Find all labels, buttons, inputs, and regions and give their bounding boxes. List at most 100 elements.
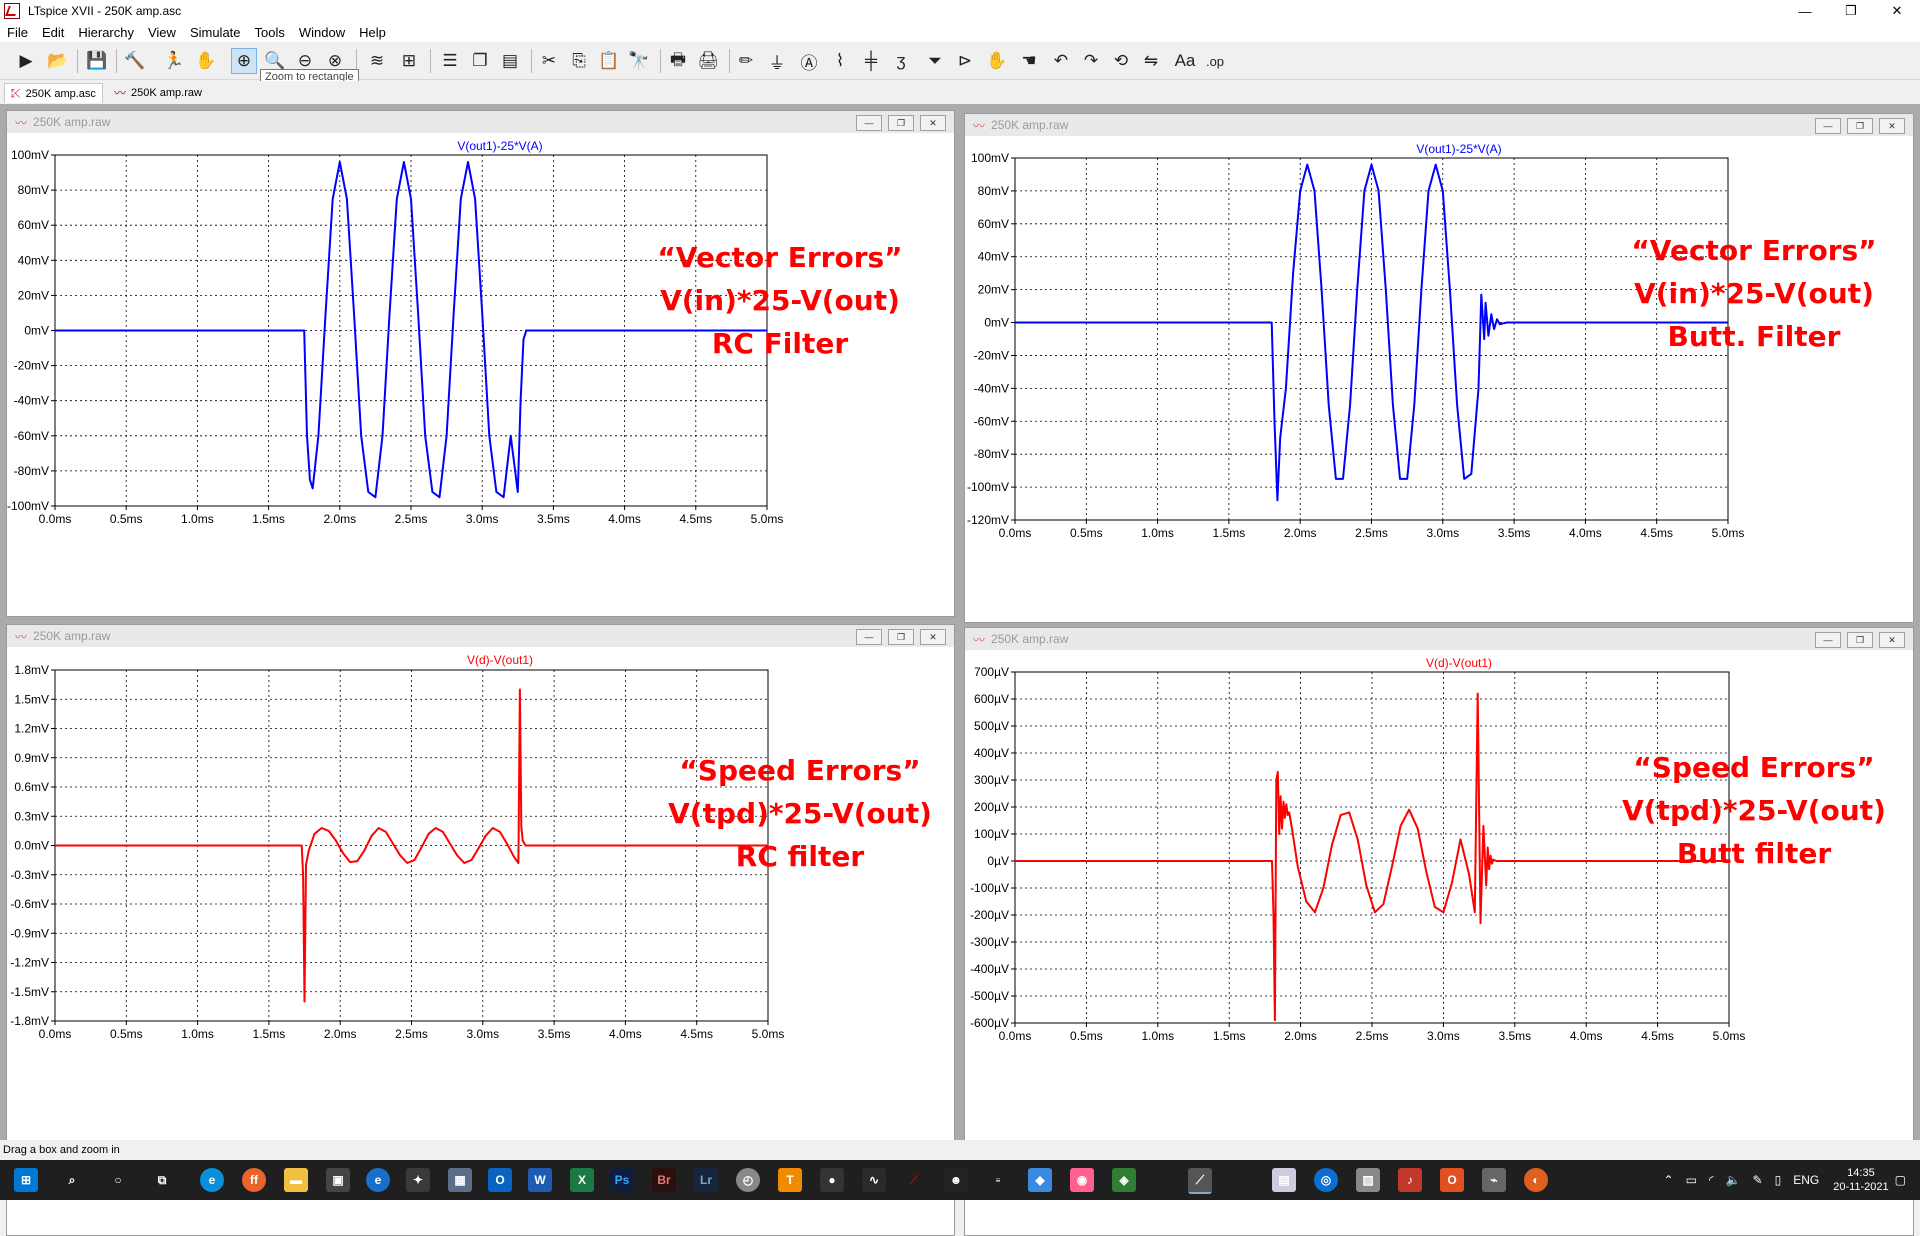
pane-minimize-button[interactable]: — xyxy=(856,629,882,645)
label-net-icon[interactable]: Ⓐ xyxy=(796,48,822,74)
pane-restore-button[interactable]: ❐ xyxy=(1847,118,1873,134)
zoom-in-icon[interactable]: ⊕ xyxy=(231,48,257,74)
open-folder-icon[interactable]: 📂 xyxy=(45,48,71,74)
pane-minimize-button[interactable]: — xyxy=(856,115,882,131)
clock[interactable]: 14:35 20-11-2021 xyxy=(1833,1166,1888,1194)
save-icon[interactable]: 💾 xyxy=(84,48,110,74)
photoshop-icon[interactable]: Ps xyxy=(610,1168,634,1192)
language-indicator[interactable]: ENG xyxy=(1793,1173,1819,1187)
run-sim-icon[interactable]: 🏃 xyxy=(161,48,187,74)
spice-directive-icon[interactable]: .op xyxy=(1202,48,1228,74)
app-icon[interactable]: ◆ xyxy=(1028,1168,1052,1192)
app-icon[interactable]: ◉ xyxy=(1070,1168,1094,1192)
file-explorer-icon[interactable]: ▬ xyxy=(284,1168,308,1192)
menu-help[interactable]: Help xyxy=(352,25,393,40)
start-button-icon[interactable]: ⊞ xyxy=(14,1168,38,1192)
task-view-icon[interactable]: ⧉ xyxy=(150,1168,174,1192)
cortana-icon[interactable]: ○ xyxy=(106,1168,130,1192)
app-icon[interactable]: ✦ xyxy=(406,1168,430,1192)
pane-minimize-button[interactable]: — xyxy=(1815,632,1841,648)
volume-icon[interactable]: 🔈 xyxy=(1726,1173,1741,1187)
pane-restore-button[interactable]: ❐ xyxy=(888,629,914,645)
chevron-up-icon[interactable]: ⌃ xyxy=(1664,1173,1674,1187)
pane-close-button[interactable]: ✕ xyxy=(1879,632,1905,648)
tile-vertical-icon[interactable]: ▤ xyxy=(497,48,523,74)
run-icon[interactable]: ▶ xyxy=(13,48,39,74)
internet-explorer-icon[interactable]: e xyxy=(366,1168,390,1192)
close-button[interactable]: ✕ xyxy=(1874,0,1920,22)
menu-simulate[interactable]: Simulate xyxy=(183,25,248,40)
menu-tools[interactable]: Tools xyxy=(248,25,292,40)
control-panel-icon[interactable]: 🔨 xyxy=(122,48,148,74)
find-icon[interactable]: 🔭 xyxy=(626,48,652,74)
grid-icon[interactable]: ⊞ xyxy=(396,48,422,74)
menu-hierarchy[interactable]: Hierarchy xyxy=(71,25,141,40)
app-icon[interactable]: ♪ xyxy=(1398,1168,1422,1192)
pane-close-button[interactable]: ✕ xyxy=(920,629,946,645)
app-icon[interactable]: ⌁ xyxy=(1482,1168,1506,1192)
menu-edit[interactable]: Edit xyxy=(35,25,71,40)
excel-icon[interactable]: X xyxy=(570,1168,594,1192)
app-icon[interactable]: ◐ xyxy=(1524,1168,1548,1192)
battery-icon[interactable]: ▯ xyxy=(1775,1173,1782,1187)
app-icon[interactable]: ▨ xyxy=(1356,1168,1380,1192)
app-icon[interactable]: ≡ xyxy=(986,1168,1010,1192)
app-icon[interactable]: ◎ xyxy=(1314,1168,1338,1192)
app-icon[interactable]: ∿ xyxy=(862,1168,886,1192)
waveform-pane-top-right[interactable]: 〰 250K amp.raw — ❐ ✕ V(out1)-25*V(A) 0.0… xyxy=(964,113,1914,623)
maximize-button[interactable]: ❐ xyxy=(1828,0,1874,22)
pane-minimize-button[interactable]: — xyxy=(1815,118,1841,134)
waveform-plot[interactable]: V(out1)-25*V(A) 0.0ms 0.5ms 1.0ms 1.5ms 2.0m… xyxy=(965,136,1913,622)
diode-icon[interactable]: ⏷ xyxy=(922,48,948,74)
firefox-icon[interactable]: ff xyxy=(242,1168,266,1192)
tile-horizontal-icon[interactable]: ☰ xyxy=(437,48,463,74)
store-icon[interactable]: ▣ xyxy=(326,1168,350,1192)
capacitor-icon[interactable]: ╪ xyxy=(858,48,884,74)
component-icon[interactable]: ⊳ xyxy=(952,48,978,74)
menu-window[interactable]: Window xyxy=(292,25,352,40)
app-icon[interactable]: ◈ xyxy=(1112,1168,1136,1192)
cascade-icon[interactable]: ❐ xyxy=(467,48,493,74)
waveform-plot[interactable]: V(out1)-25*V(A) 0.0ms 0.5ms 1.0ms 1.5ms 2.0m… xyxy=(7,133,954,616)
tab-schematic[interactable]: ⤪ 250K amp.asc xyxy=(4,83,103,103)
paste-icon[interactable]: 📋 xyxy=(596,48,622,74)
redo-icon[interactable]: ↷ xyxy=(1078,48,1104,74)
print-setup-icon[interactable]: 🖨 xyxy=(695,48,721,74)
lightroom-icon[interactable]: Lr xyxy=(694,1168,718,1192)
menu-view[interactable]: View xyxy=(141,25,183,40)
menu-file[interactable]: File xyxy=(0,25,35,40)
ltspice-taskbar-icon[interactable]: ⟋ xyxy=(1188,1168,1212,1194)
print-icon[interactable]: 🖶 xyxy=(665,48,691,74)
app-icon[interactable]: ● xyxy=(820,1168,844,1192)
pane-restore-button[interactable]: ❐ xyxy=(888,115,914,131)
ground-icon[interactable]: ⏚ xyxy=(764,48,790,74)
inductor-icon[interactable]: ʒ xyxy=(888,48,914,74)
calculator-icon[interactable]: ▦ xyxy=(448,1168,472,1192)
pane-close-button[interactable]: ✕ xyxy=(1879,118,1905,134)
autorange-icon[interactable]: ≋ xyxy=(364,48,390,74)
network-icon[interactable]: ▭ xyxy=(1686,1173,1697,1187)
wire-icon[interactable]: ✏ xyxy=(733,48,759,74)
pen-icon[interactable]: ✎ xyxy=(1753,1173,1763,1187)
search-icon[interactable]: ⌕ xyxy=(60,1168,84,1192)
pane-close-button[interactable]: ✕ xyxy=(920,115,946,131)
app-icon[interactable]: T xyxy=(778,1168,802,1192)
move-hand-icon[interactable]: ✋ xyxy=(984,48,1010,74)
undo-icon[interactable]: ↶ xyxy=(1048,48,1074,74)
rotate-icon[interactable]: ⟲ xyxy=(1108,48,1134,74)
office-icon[interactable]: O xyxy=(1440,1168,1464,1192)
resistor-icon[interactable]: ⌇ xyxy=(827,48,853,74)
mirror-icon[interactable]: ⇋ xyxy=(1138,48,1164,74)
copy-icon[interactable]: ⎘ xyxy=(566,48,592,74)
minimize-button[interactable]: — xyxy=(1782,0,1828,22)
wifi-icon[interactable]: ◜ xyxy=(1709,1173,1714,1187)
edge-browser-icon[interactable]: e xyxy=(200,1168,224,1192)
app-icon[interactable]: ☻ xyxy=(944,1168,968,1192)
outlook-icon[interactable]: O xyxy=(488,1168,512,1192)
bridge-icon[interactable]: Br xyxy=(652,1168,676,1192)
pane-restore-button[interactable]: ❐ xyxy=(1847,632,1873,648)
app-icon[interactable]: ◴ xyxy=(736,1168,760,1192)
text-icon[interactable]: Aa xyxy=(1172,48,1198,74)
notification-icon[interactable]: ▢ xyxy=(1895,1173,1906,1187)
app-icon[interactable]: ▤ xyxy=(1272,1168,1296,1192)
